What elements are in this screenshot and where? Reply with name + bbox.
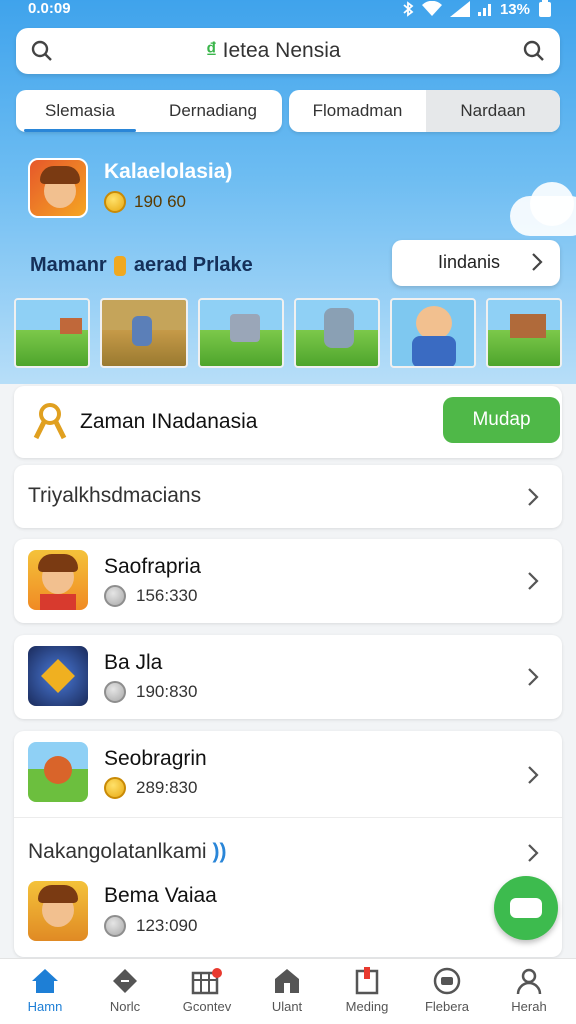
game-icon[interactable] — [28, 742, 88, 802]
coin-count: 190 60 — [134, 192, 186, 211]
list-item-score: 123:090 — [104, 915, 197, 937]
banner-title-part1: Mamanr — [30, 254, 107, 276]
list-item-score: 190:830 — [104, 681, 197, 703]
battery-percent: 13% — [499, 0, 530, 18]
tab-group-right: Flomadman Nardaan — [289, 90, 560, 132]
gold-coin-icon — [104, 191, 126, 213]
wave-icon: )) — [212, 840, 227, 863]
silver-coin-icon — [104, 585, 126, 607]
list-item[interactable]: Saofrapria 156:330 — [14, 539, 562, 623]
category-row[interactable]: Triyalkhsdmacians — [14, 465, 562, 528]
diamond-icon — [113, 969, 137, 993]
nav-item-norlc[interactable]: Norlc — [84, 967, 166, 1023]
list-item-title[interactable]: Seobragrin — [104, 747, 207, 771]
chevron-right-icon — [528, 572, 539, 590]
banner-button[interactable]: Iindanis — [392, 240, 560, 286]
divider — [14, 817, 562, 818]
list-item-title: Ba Jla — [104, 651, 163, 674]
game-avatar[interactable] — [28, 158, 88, 218]
message-icon — [433, 967, 461, 995]
tab-dernadiang[interactable]: Dernadiang — [144, 90, 282, 132]
thumbnail-hero[interactable] — [390, 298, 476, 368]
search-icon[interactable] — [30, 39, 54, 63]
thumbnail-farm[interactable] — [14, 298, 90, 368]
signal-bars-icon — [477, 4, 491, 16]
thumbnail-house[interactable] — [486, 298, 562, 368]
nav-item-home[interactable]: Hamn — [4, 967, 86, 1023]
bottom-nav: Hamn Norlc Gcontev Ulant Meding Flebera … — [0, 958, 576, 1024]
banner-title-part2: aerad Prlake — [133, 254, 253, 276]
chevron-right-icon — [528, 488, 539, 506]
person-icon — [516, 968, 542, 995]
search-bar[interactable]: ₫ Ietea Nensia — [16, 28, 560, 74]
signal-icon — [449, 1, 470, 17]
thumbnail-machine[interactable] — [198, 298, 284, 368]
thumbnail-villagers[interactable] — [100, 298, 188, 368]
banner-title: Mamanr aerad Prlake — [30, 254, 253, 277]
game-icon — [28, 646, 88, 706]
list-item-title[interactable]: Bema Vaiaa — [104, 884, 217, 908]
brand-logo: ₫ — [206, 39, 217, 62]
battery-icon — [539, 0, 551, 17]
game-title: Kalaelolasia) — [104, 160, 233, 183]
thumbnail-barrel[interactable] — [294, 298, 380, 368]
game-coins: 190 60 — [104, 191, 186, 213]
wifi-icon — [421, 1, 442, 16]
tab-flomadman[interactable]: Flomadman — [289, 90, 426, 132]
tab-bar: Slemasia Dernadiang Flomadman Nardaan — [16, 90, 560, 132]
list-item-score: 289:830 — [104, 777, 197, 799]
house-icon — [275, 969, 299, 993]
potion-icon — [114, 255, 127, 276]
list-item[interactable]: Ba Jla 190:830 — [14, 635, 562, 719]
search-query: ₫ Ietea Nensia — [206, 39, 341, 63]
promo-button[interactable]: Mudap — [443, 397, 560, 443]
chat-fab-button[interactable] — [494, 876, 558, 940]
nav-item-flebera[interactable]: Flebera — [406, 967, 488, 1023]
list-item-score: 156:330 — [104, 585, 197, 607]
flag-icon — [355, 967, 379, 995]
chevron-right-icon[interactable] — [526, 763, 540, 787]
banner-button-label: Iindanis — [438, 252, 501, 272]
chevron-right-icon — [532, 253, 543, 271]
nav-item-ulant[interactable]: Ulant — [246, 967, 328, 1023]
status-bar: 0.0:09 13% — [0, 0, 576, 22]
grid-icon — [191, 968, 222, 995]
silver-coin-icon — [104, 915, 126, 937]
search-text: Ietea Nensia — [222, 39, 341, 62]
chevron-right-icon[interactable] — [526, 841, 540, 865]
list-group: Seobragrin 289:830 Nakangolatanlkami )) … — [14, 731, 562, 957]
status-time: 0.0:09 — [28, 0, 71, 17]
chevron-right-icon — [528, 668, 539, 686]
tab-nardaan[interactable]: Nardaan — [426, 90, 560, 132]
hero-banner: 0.0:09 13% ₫ Ietea Nensia Slemasia Derna… — [0, 0, 576, 384]
bluetooth-icon — [403, 1, 414, 17]
gamepad-icon — [510, 898, 542, 918]
nav-item-herah[interactable]: Herah — [488, 967, 570, 1023]
section-title[interactable]: Nakangolatanlkami )) — [28, 840, 226, 864]
category-label: Triyalkhsdmacians — [28, 484, 202, 507]
search-icon[interactable] — [522, 39, 546, 63]
game-icon[interactable] — [28, 881, 88, 941]
nav-item-meding[interactable]: Meding — [326, 967, 408, 1023]
nav-item-gcontev[interactable]: Gcontev — [166, 967, 248, 1023]
promo-label: Zaman INadanasia — [80, 410, 258, 433]
tab-slemasia[interactable]: Slemasia — [16, 90, 144, 132]
key-icon — [33, 403, 67, 440]
gold-coin-icon — [104, 777, 126, 799]
list-item-title: Saofrapria — [104, 555, 201, 578]
home-icon — [32, 969, 58, 993]
tab-group-left: Slemasia Dernadiang — [16, 90, 282, 132]
game-icon — [28, 550, 88, 610]
cloud-decoration — [530, 182, 574, 226]
silver-coin-icon — [104, 681, 126, 703]
